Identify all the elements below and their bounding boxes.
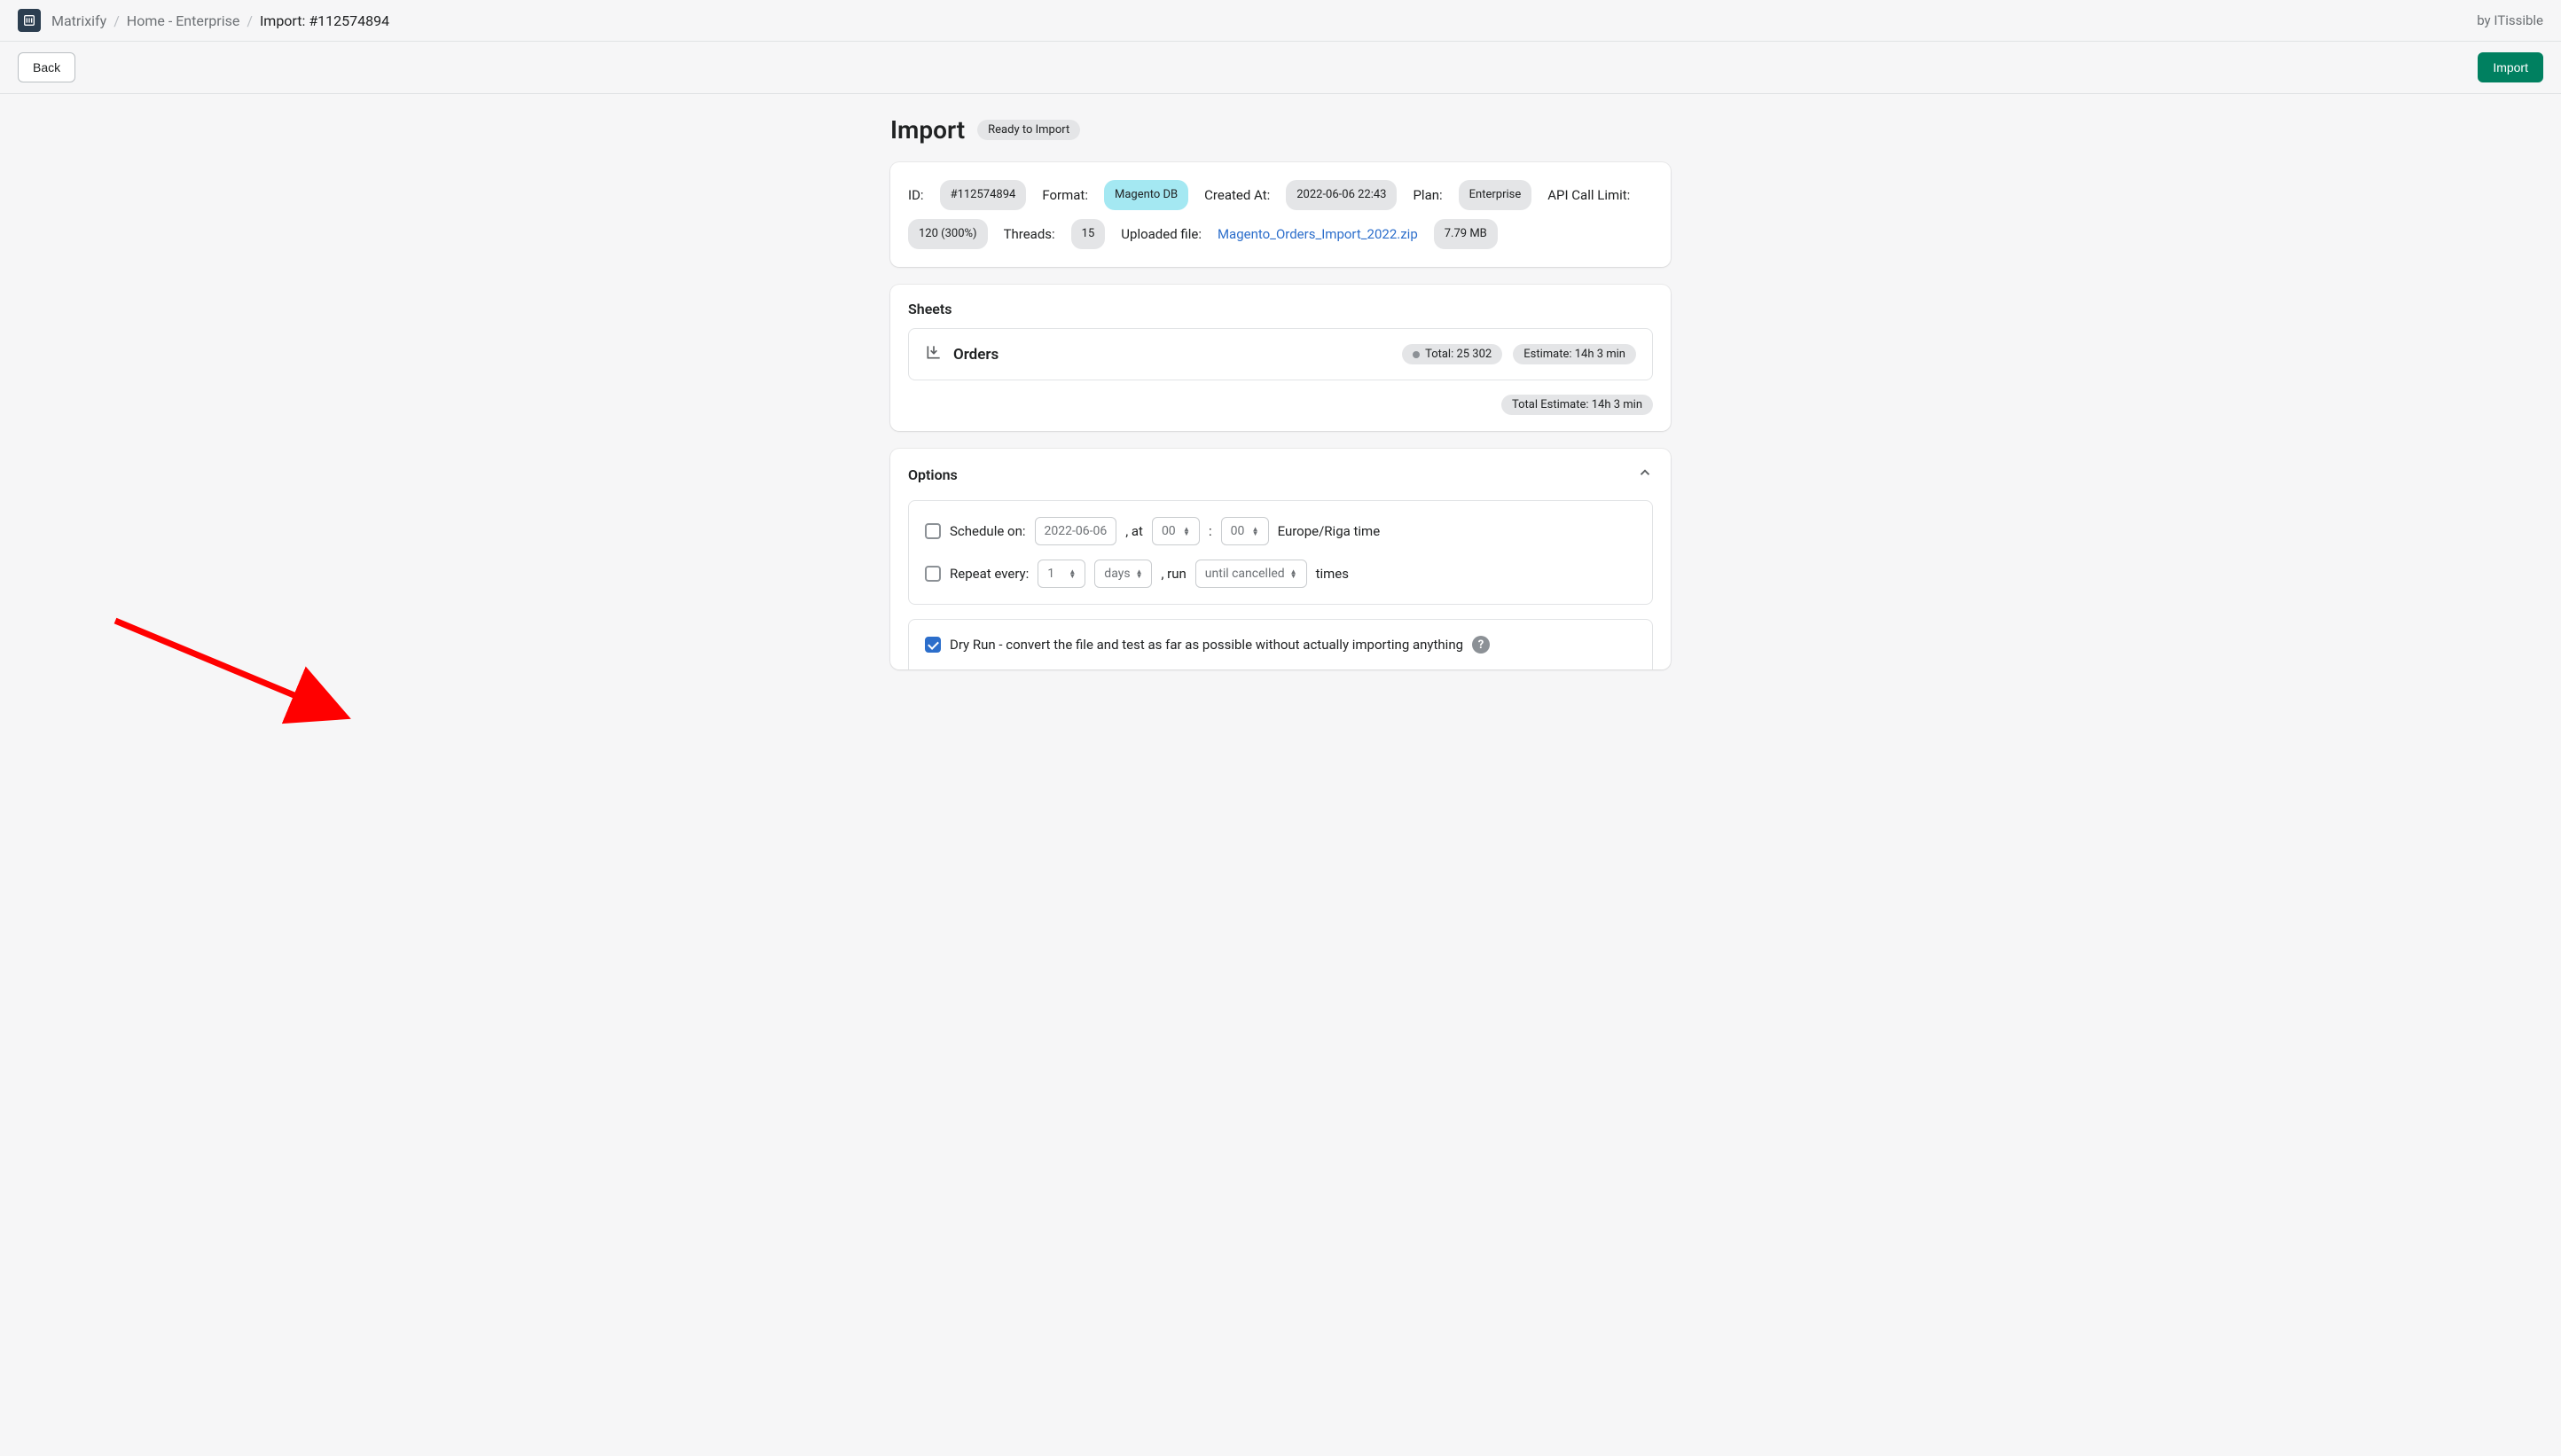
download-icon xyxy=(925,343,943,365)
breadcrumb-sep: / xyxy=(247,12,253,29)
created-label: Created At: xyxy=(1204,182,1270,208)
uploaded-file-link[interactable]: Magento_Orders_Import_2022.zip xyxy=(1218,221,1418,247)
import-button[interactable]: Import xyxy=(2478,52,2543,82)
repeat-row: Repeat every: 1 ▲▼ days ▲▼ , run until c… xyxy=(925,560,1636,588)
id-label: ID: xyxy=(908,182,924,208)
options-card: Options Schedule on: 2022-06-06 , at 00 … xyxy=(890,449,1671,669)
page-title: Import xyxy=(890,115,965,145)
api-value: 120 (300%) xyxy=(908,219,988,249)
tz-label: Europe/Riga time xyxy=(1278,523,1381,539)
uploaded-size: 7.79 MB xyxy=(1434,219,1498,249)
schedule-panel: Schedule on: 2022-06-06 , at 00 ▲▼ : 00 … xyxy=(908,500,1653,605)
breadcrumb: Matrixify / Home - Enterprise / Import: … xyxy=(18,9,389,32)
breadcrumb-app[interactable]: Matrixify xyxy=(51,12,106,29)
back-button[interactable]: Back xyxy=(18,52,75,82)
sheet-name: Orders xyxy=(953,346,999,364)
breadcrumb-current: Import: #112574894 xyxy=(260,12,389,29)
schedule-label: Schedule on: xyxy=(950,523,1026,539)
uploaded-label: Uploaded file: xyxy=(1121,221,1202,247)
page-title-row: Import Ready to Import xyxy=(890,115,1671,145)
stepper-icon: ▲▼ xyxy=(1069,569,1076,578)
format-value: Magento DB xyxy=(1104,180,1188,210)
sheet-estimate-badge: Estimate: 14h 3 min xyxy=(1513,344,1636,364)
api-label: API Call Limit: xyxy=(1547,182,1630,208)
times-text: times xyxy=(1316,566,1349,582)
dry-run-checkbox[interactable] xyxy=(925,637,941,653)
breadcrumb-sep: / xyxy=(114,12,120,29)
arrow-annotation-icon xyxy=(106,612,355,736)
actionbar: Back Import xyxy=(0,42,2561,94)
help-icon[interactable]: ? xyxy=(1472,636,1490,654)
run-until-select[interactable]: until cancelled ▲▼ xyxy=(1195,560,1307,588)
repeat-n-input[interactable]: 1 ▲▼ xyxy=(1038,560,1085,588)
status-dot-icon xyxy=(1413,351,1420,358)
stepper-icon: ▲▼ xyxy=(1252,527,1259,536)
breadcrumb-home[interactable]: Home - Enterprise xyxy=(127,12,240,29)
sheet-total: Total: 25 302 xyxy=(1425,348,1492,361)
schedule-minute-input[interactable]: 00 ▲▼ xyxy=(1221,517,1269,545)
threads-value: 15 xyxy=(1071,219,1106,249)
schedule-row: Schedule on: 2022-06-06 , at 00 ▲▼ : 00 … xyxy=(925,517,1636,545)
repeat-unit-select[interactable]: days ▲▼ xyxy=(1094,560,1152,588)
dry-run-label: Dry Run - convert the file and test as f… xyxy=(950,637,1463,653)
run-text: , run xyxy=(1161,566,1186,582)
format-label: Format: xyxy=(1042,182,1088,208)
total-estimate-badge: Total Estimate: 14h 3 min xyxy=(1501,395,1653,415)
meta-row: ID: #112574894 Format: Magento DB Create… xyxy=(908,180,1653,249)
repeat-label: Repeat every: xyxy=(950,566,1029,582)
plan-label: Plan: xyxy=(1413,182,1442,208)
status-badge: Ready to Import xyxy=(977,120,1080,140)
stepper-icon: ▲▼ xyxy=(1136,569,1143,578)
meta-card: ID: #112574894 Format: Magento DB Create… xyxy=(890,162,1671,267)
main-container: Import Ready to Import ID: #112574894 Fo… xyxy=(873,94,1688,708)
id-value: #112574894 xyxy=(940,180,1027,210)
options-title: Options xyxy=(908,466,958,483)
dry-run-row: Dry Run - convert the file and test as f… xyxy=(925,636,1636,654)
options-header[interactable]: Options xyxy=(890,449,1671,500)
created-value: 2022-06-06 22:43 xyxy=(1286,180,1397,210)
colon: : xyxy=(1209,523,1212,539)
dry-run-panel: Dry Run - convert the file and test as f… xyxy=(908,619,1653,669)
stepper-icon: ▲▼ xyxy=(1183,527,1190,536)
at-text: , at xyxy=(1125,523,1143,539)
sheet-row: Orders Total: 25 302 Estimate: 14h 3 min xyxy=(908,328,1653,380)
topbar: Matrixify / Home - Enterprise / Import: … xyxy=(0,0,2561,42)
sheet-total-badge: Total: 25 302 xyxy=(1402,344,1502,364)
schedule-checkbox[interactable] xyxy=(925,523,941,539)
byline: by ITissible xyxy=(2477,12,2543,28)
schedule-hour-input[interactable]: 00 ▲▼ xyxy=(1152,517,1200,545)
sheets-card: Sheets Orders Total: 25 302 Estimate: 14… xyxy=(890,285,1671,431)
repeat-checkbox[interactable] xyxy=(925,566,941,582)
threads-label: Threads: xyxy=(1004,221,1055,247)
plan-value: Enterprise xyxy=(1459,180,1532,210)
schedule-date-input[interactable]: 2022-06-06 xyxy=(1035,517,1117,545)
app-logo-icon xyxy=(18,9,41,32)
chevron-up-icon[interactable] xyxy=(1637,465,1653,484)
stepper-icon: ▲▼ xyxy=(1290,569,1297,578)
sheets-title: Sheets xyxy=(890,285,1671,328)
